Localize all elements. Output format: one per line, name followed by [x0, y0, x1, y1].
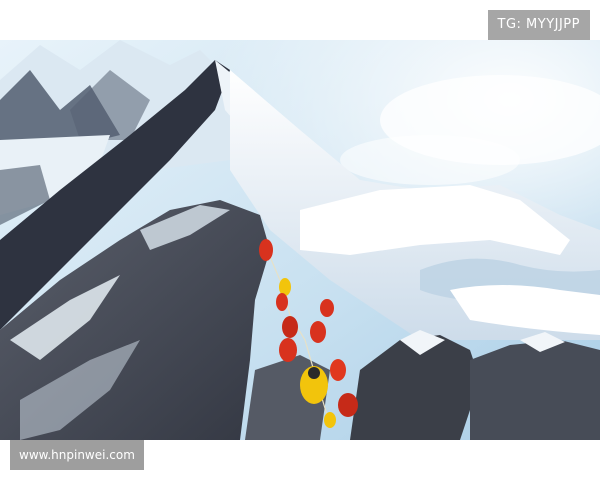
climber-red — [282, 316, 298, 338]
climber-red — [320, 299, 334, 317]
mountain-photo — [0, 40, 600, 440]
climber-red — [279, 338, 297, 362]
climber-red — [259, 239, 273, 261]
climber-red — [276, 293, 288, 311]
tag-watermark: TG: MYYJJPP — [487, 10, 590, 40]
climber-yellow — [324, 412, 336, 428]
mountain-photo-scene — [0, 40, 600, 440]
climber-helmet — [308, 367, 320, 379]
cloud-bank-2 — [340, 135, 520, 185]
url-watermark: www.hnpinwei.com — [10, 440, 144, 470]
climber-red — [310, 321, 326, 343]
climber-red — [330, 359, 346, 381]
boulder-cluster-2 — [470, 340, 600, 440]
climber-red — [338, 393, 358, 417]
